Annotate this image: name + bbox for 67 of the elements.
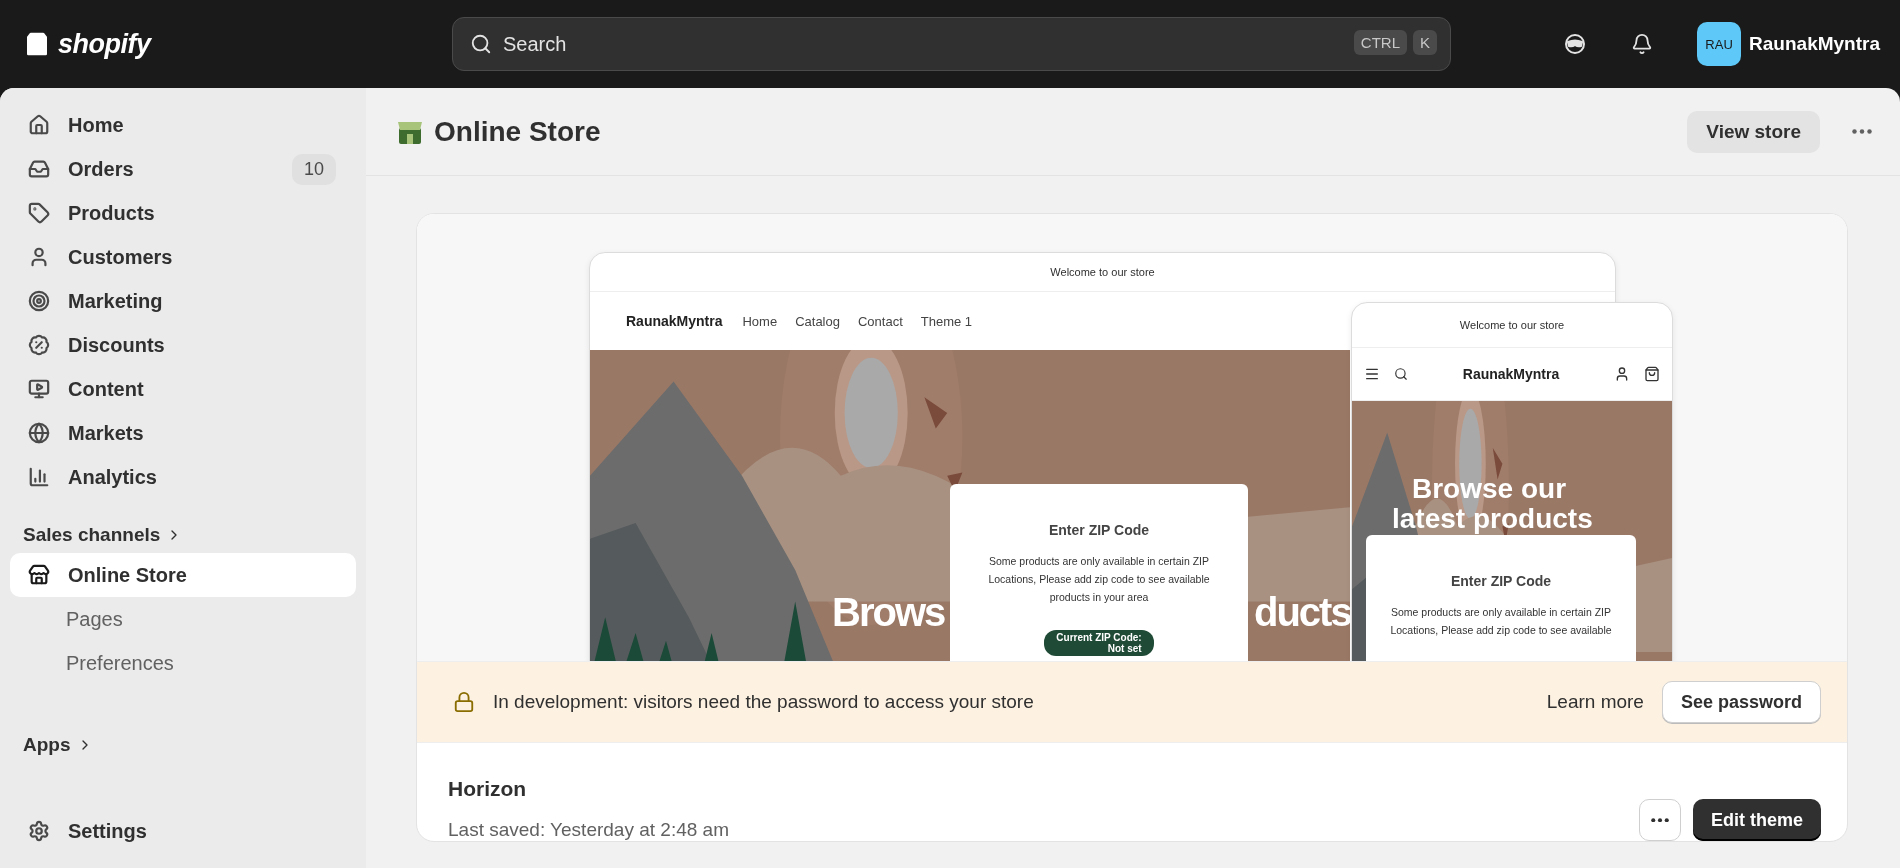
store-nav-link[interactable]: Contact	[857, 313, 903, 329]
learn-more-link[interactable]: Learn more	[1546, 691, 1644, 713]
modal-text: Some products are only available in certain ZIP Locations, Please add zip code to see available	[1389, 605, 1613, 638]
see-password-button[interactable]: See password	[1661, 681, 1821, 723]
section-heading[interactable]: Sales channels	[10, 517, 356, 553]
avatar[interactable]: RAU	[1697, 22, 1742, 66]
sidebar-item[interactable]: Orders 10	[10, 147, 356, 191]
more-actions-button[interactable]	[1639, 799, 1681, 841]
sidebar-item[interactable]: Customers	[10, 235, 356, 279]
modal-title: Enter ZIP Code	[1450, 573, 1552, 589]
banner-text: In development: visitors need the password to access your store	[493, 691, 1035, 713]
sidebar-item[interactable]: Marketing	[10, 279, 356, 323]
hero-heading: ducts	[1254, 592, 1351, 632]
sidebar-item[interactable]: Online Store	[10, 553, 356, 597]
modal-title: Enter ZIP Code	[1048, 522, 1150, 538]
store-icon	[28, 564, 50, 586]
search-icon	[470, 33, 492, 55]
nav-icon	[28, 114, 50, 136]
count-badge: 10	[291, 153, 336, 185]
view-store-button[interactable]: View store	[1687, 110, 1820, 153]
notification-bell-icon[interactable]	[1631, 33, 1654, 55]
hero-heading: Browse our	[1412, 475, 1567, 503]
store-name: RaunakMyntra	[626, 313, 723, 329]
nav-icon	[28, 378, 50, 400]
zip-code-pill[interactable]: Current ZIP Code: Not set	[1044, 630, 1154, 656]
last-saved-text: Last saved: Yesterday at 2:48 am	[448, 819, 730, 841]
nav-icon	[28, 466, 50, 488]
sidebar-item[interactable]: Content	[10, 367, 356, 411]
more-icon	[1651, 817, 1669, 823]
announcement-text: Welcome to our store	[1352, 303, 1672, 348]
page-title: Online Store	[434, 115, 602, 148]
nav-icon	[28, 246, 50, 268]
nav-icon	[28, 334, 50, 356]
store-nav-link[interactable]: Theme 1	[920, 313, 973, 329]
bag-icon[interactable]	[1644, 366, 1660, 382]
sidebar-item[interactable]: Analytics	[10, 455, 356, 499]
store-nav-link[interactable]: Home	[742, 313, 778, 329]
announcement-text: Welcome to our store	[590, 253, 1615, 292]
modal-text: Some products are only available in certain ZIP Locations, Please add zip code to see available products in your area	[987, 554, 1211, 605]
theme-name: Horizon	[448, 777, 528, 801]
nav-icon	[28, 158, 50, 180]
sidebar-item[interactable]: Markets	[10, 411, 356, 455]
hero-heading: Brows	[832, 592, 945, 632]
sidebar-subitem[interactable]: Pages	[10, 597, 356, 641]
mask-face-icon[interactable]	[1563, 32, 1588, 56]
sidebar-item[interactable]: Settings	[10, 809, 356, 853]
nav-icon	[28, 290, 50, 312]
user-name[interactable]: RaunakMyntra	[1749, 33, 1880, 55]
nav-icon	[28, 202, 50, 224]
section-heading[interactable]: Apps	[10, 727, 356, 763]
sidebar-subitem[interactable]: Preferences	[10, 641, 356, 685]
settings-icon	[28, 820, 50, 842]
menu-icon[interactable]	[1364, 366, 1380, 382]
edit-theme-button[interactable]: Edit theme	[1693, 799, 1821, 841]
nav-icon	[28, 422, 50, 444]
sidebar-item[interactable]: Discounts	[10, 323, 356, 367]
more-icon	[1852, 129, 1872, 134]
lock-icon	[453, 691, 475, 713]
shortcut-key: CTRL	[1353, 30, 1407, 55]
search-icon[interactable]	[1394, 367, 1408, 381]
store-nav-link[interactable]: Catalog	[795, 313, 840, 329]
sidebar-item[interactable]: Products	[10, 191, 356, 235]
store-name: RaunakMyntra	[1461, 366, 1561, 382]
account-icon[interactable]	[1614, 366, 1630, 382]
sidebar-item[interactable]: Home	[10, 103, 356, 147]
hero-heading: latest products	[1392, 505, 1593, 533]
logo-text: shopify	[58, 28, 151, 60]
